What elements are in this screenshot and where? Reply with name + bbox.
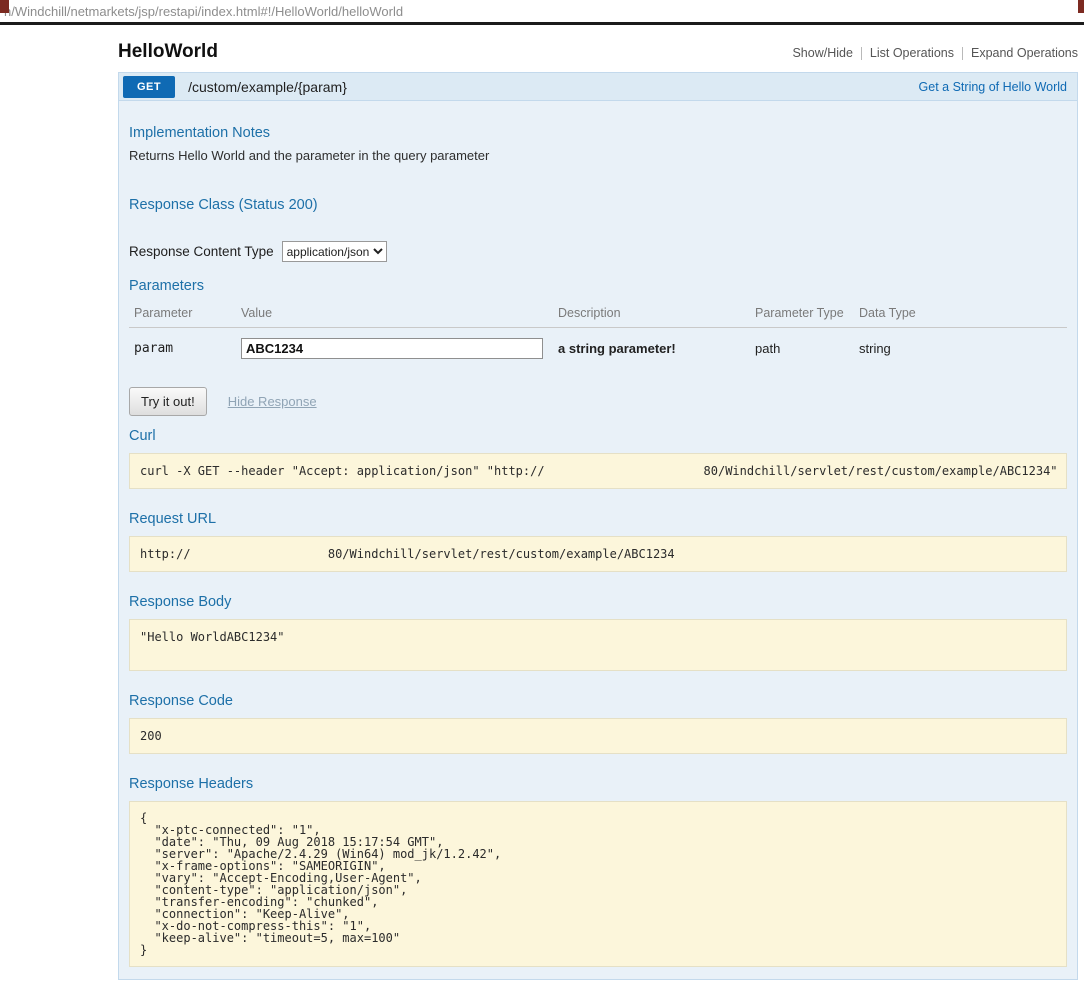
param-value-input[interactable]: [241, 338, 543, 359]
response-code-heading: Response Code: [129, 693, 233, 709]
expand-operations-link[interactable]: Expand Operations: [961, 47, 1078, 60]
curl-command: curl -X GET --header "Accept: applicatio…: [129, 453, 1067, 489]
param-name: param: [134, 341, 174, 356]
parameters-heading: Parameters: [129, 278, 204, 294]
resource-actions: Show/Hide List Operations Expand Operati…: [784, 47, 1078, 60]
parameters-header-row: Parameter Value Description Parameter Ty…: [129, 301, 1067, 328]
request-url-heading: Request URL: [129, 511, 217, 527]
table-row: param a string parameter! path string: [129, 328, 1067, 366]
list-operations-link[interactable]: List Operations: [860, 47, 962, 60]
implementation-notes-text: Returns Hello World and the parameter in…: [129, 148, 490, 163]
response-content-type-row: Response Content Type application/json: [129, 241, 1067, 262]
implementation-notes-section: Implementation Notes Returns Hello World…: [129, 125, 1067, 163]
response-content-type-label: Response Content Type: [129, 244, 274, 259]
response-content-type-select[interactable]: application/json: [281, 241, 387, 262]
operation-summary-link[interactable]: Get a String of Hello World: [919, 80, 1067, 94]
response-class-section: Response Class (Status 200): [129, 197, 1067, 213]
param-description: a string parameter!: [558, 341, 676, 356]
response-code-section: Response Code 200: [129, 693, 1067, 754]
try-row: Try it out! Hide Response: [129, 387, 1067, 416]
response-headers-value: { "x-ptc-connected": "1", "date": "Thu, …: [129, 801, 1067, 967]
operation-path[interactable]: /custom/example/{param}: [188, 79, 347, 95]
show-hide-link[interactable]: Show/Hide: [784, 47, 860, 60]
window-corner-right: [1078, 0, 1084, 13]
operation-content: Implementation Notes Returns Hello World…: [118, 101, 1078, 980]
response-body-value: "Hello WorldABC1234": [129, 619, 1067, 671]
response-body-heading: Response Body: [129, 594, 232, 610]
response-headers-heading: Response Headers: [129, 776, 254, 792]
response-code-value: 200: [129, 718, 1067, 754]
resource-header: HelloWorld Show/Hide List Operations Exp…: [118, 25, 1078, 72]
request-url-value: http:// 80/Windchill/servlet/rest/custom…: [129, 536, 1067, 572]
column-data-type: Data Type: [854, 301, 1067, 328]
response-class-heading: Response Class (Status 200): [129, 197, 318, 213]
response-body-section: Response Body "Hello WorldABC1234": [129, 594, 1067, 671]
param-data-type: string: [859, 341, 891, 356]
curl-heading: Curl: [129, 428, 156, 444]
response-headers-section: Response Headers { "x-ptc-connected": "1…: [129, 776, 1067, 967]
parameters-section: Parameters Parameter Value Description P…: [129, 278, 1067, 365]
column-value: Value: [236, 301, 553, 328]
column-description: Description: [553, 301, 750, 328]
operation-header[interactable]: GET /custom/example/{param} Get a String…: [118, 72, 1078, 101]
param-type: path: [755, 341, 781, 356]
address-bar-url[interactable]: n/Windchill/netmarkets/jsp/restapi/index…: [0, 4, 403, 19]
try-it-out-button[interactable]: Try it out!: [129, 387, 207, 416]
column-parameter-type: Parameter Type: [750, 301, 854, 328]
request-url-section: Request URL http:// 80/Windchill/servlet…: [129, 511, 1067, 572]
browser-address-bar: n/Windchill/netmarkets/jsp/restapi/index…: [0, 0, 1084, 25]
parameters-table: Parameter Value Description Parameter Ty…: [129, 301, 1067, 365]
implementation-notes-heading: Implementation Notes: [129, 125, 271, 141]
resource-title[interactable]: HelloWorld: [118, 41, 218, 63]
get-method-badge: GET: [123, 75, 176, 98]
column-parameter: Parameter: [129, 301, 236, 328]
window-corner-left: [0, 0, 9, 13]
curl-section: Curl curl -X GET --header "Accept: appli…: [129, 428, 1067, 489]
hide-response-link[interactable]: Hide Response: [228, 394, 317, 409]
swagger-page: HelloWorld Show/Hide List Operations Exp…: [118, 25, 1078, 986]
